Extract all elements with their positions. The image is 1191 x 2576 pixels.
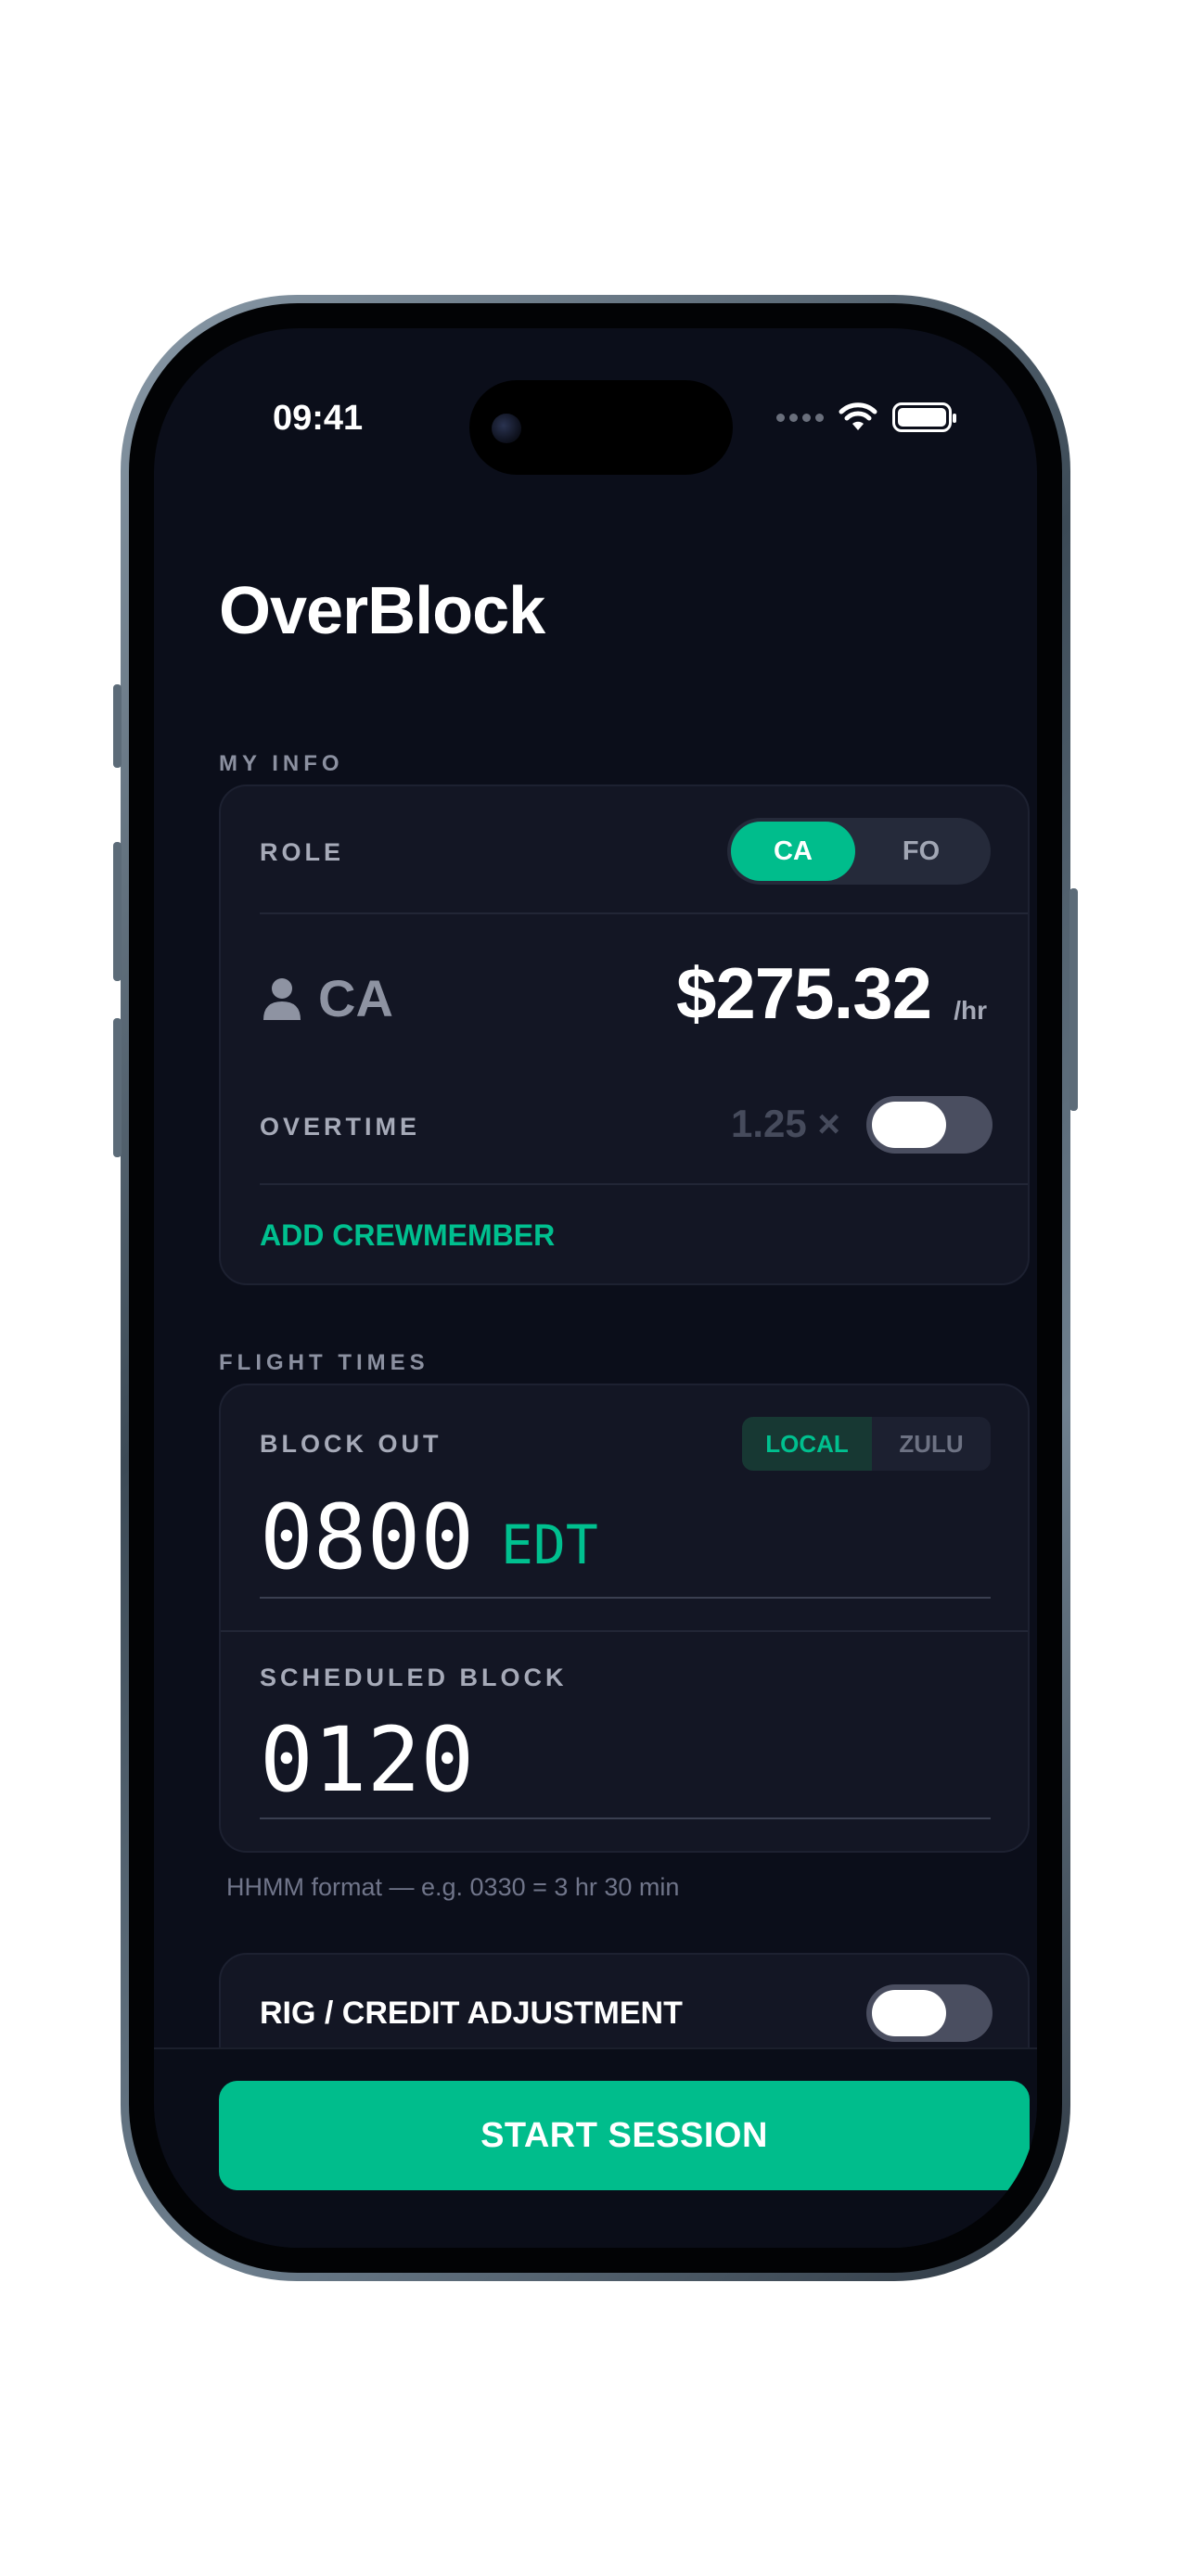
overtime-label: OVERTIME: [260, 1113, 421, 1141]
role-segmented-control[interactable]: CA FO: [727, 818, 991, 885]
scheduled-block-underline: [260, 1817, 991, 1819]
overtime-toggle[interactable]: [866, 1096, 992, 1154]
volume-down-button: [113, 1018, 122, 1157]
crew-role: CA: [318, 969, 393, 1027]
section-label-my-info: MY INFO: [219, 751, 344, 776]
rate-unit: /hr: [954, 996, 987, 1025]
divider: [260, 1183, 1028, 1185]
hourly-rate: $275.32: [676, 952, 932, 1034]
block-out-timezone: EDT: [501, 1513, 598, 1576]
section-label-flight-times: FLIGHT TIMES: [219, 1350, 429, 1375]
phone-frame: 09:41 OverBlock MY INFO ROLE CA FO CA $2…: [113, 295, 1078, 2281]
volume-up-button: [113, 842, 122, 981]
rig-credit-toggle[interactable]: [866, 1984, 992, 2042]
divider: [260, 912, 1028, 914]
main-content: OverBlock MY INFO ROLE CA FO CA $275.32: [154, 328, 1037, 2248]
block-out-underline: [260, 1597, 991, 1599]
page-title: OverBlock: [219, 574, 545, 648]
person-icon: [263, 978, 301, 1020]
tz-option-zulu[interactable]: ZULU: [872, 1417, 991, 1471]
role-option-fo[interactable]: FO: [855, 822, 987, 881]
add-crewmember-button[interactable]: ADD CREWMEMBER: [260, 1218, 555, 1253]
power-button: [1069, 888, 1078, 1111]
divider: [221, 1630, 1028, 1632]
scheduled-block-input[interactable]: 0120: [260, 1708, 474, 1812]
start-session-button[interactable]: START SESSION: [219, 2081, 1030, 2190]
tz-option-local[interactable]: LOCAL: [742, 1417, 872, 1471]
scheduled-block-label: SCHEDULED BLOCK: [260, 1664, 568, 1691]
role-label: ROLE: [260, 838, 345, 866]
format-hint: HHMM format — e.g. 0330 = 3 hr 30 min: [226, 1873, 680, 1901]
rig-credit-label: RIG / CREDIT ADJUSTMENT: [260, 1996, 683, 2031]
overtime-multiplier: 1.25 ×: [731, 1102, 840, 1145]
action-button: [113, 684, 122, 768]
screen: 09:41 OverBlock MY INFO ROLE CA FO CA $2…: [154, 328, 1037, 2248]
role-option-ca[interactable]: CA: [731, 822, 855, 881]
my-info-card: ROLE CA FO CA $275.32 /hr OVERTIME 1.25 …: [219, 784, 1030, 1285]
timezone-segmented-control[interactable]: LOCAL ZULU: [742, 1417, 991, 1471]
block-out-input[interactable]: 0800: [260, 1486, 474, 1589]
block-out-label: BLOCK OUT: [260, 1430, 442, 1458]
flight-times-card: BLOCK OUT LOCAL ZULU 0800 EDT SCHEDULED …: [219, 1384, 1030, 1853]
